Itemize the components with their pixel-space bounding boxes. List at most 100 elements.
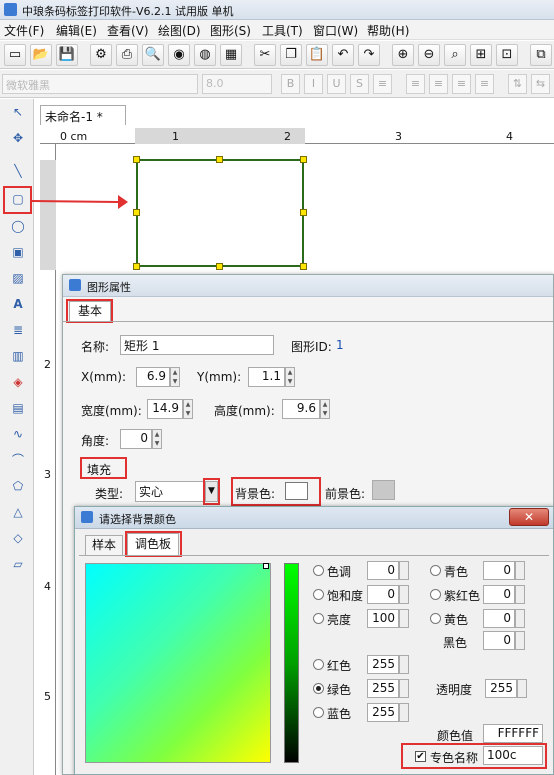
copy-icon[interactable]: ❐ bbox=[280, 44, 302, 66]
ellipse-tool-icon[interactable]: ◯ bbox=[8, 216, 28, 236]
underline-button[interactable]: U bbox=[327, 74, 346, 94]
resize-handle-tl[interactable] bbox=[133, 156, 140, 163]
curve-tool-icon[interactable]: ∿ bbox=[8, 424, 28, 444]
menu-view[interactable]: 查看(V) bbox=[107, 22, 149, 39]
rich-text-icon[interactable]: ≣ bbox=[8, 320, 28, 340]
close-icon[interactable]: ✕ bbox=[509, 508, 549, 526]
cyan-input[interactable]: 0 bbox=[483, 561, 515, 580]
hue-radio[interactable] bbox=[313, 565, 324, 576]
document-tab[interactable]: 未命名-1 * bbox=[40, 105, 126, 125]
format-extra-button[interactable]: ≡ bbox=[373, 74, 392, 94]
name-input[interactable]: 矩形 1 bbox=[120, 335, 274, 355]
yellow-input[interactable]: 0 bbox=[483, 609, 515, 628]
menu-tools[interactable]: 工具(T) bbox=[262, 22, 303, 39]
blue-radio[interactable] bbox=[313, 707, 324, 718]
fit-page-icon[interactable]: ⊞ bbox=[470, 44, 492, 66]
strike-button[interactable]: S bbox=[350, 74, 369, 94]
magenta-input[interactable]: 0 bbox=[483, 585, 515, 604]
actual-size-icon[interactable]: ⊡ bbox=[496, 44, 518, 66]
brightness-input[interactable]: 100 bbox=[367, 609, 399, 628]
triangle-tool-icon[interactable]: △ bbox=[8, 502, 28, 522]
color-palette[interactable] bbox=[85, 563, 271, 763]
print-icon[interactable]: ⎙ bbox=[116, 44, 138, 66]
new-file-icon[interactable]: ▭ bbox=[4, 44, 26, 66]
saturation-input[interactable]: 0 bbox=[367, 585, 399, 604]
diamond-tool-icon[interactable]: ◇ bbox=[8, 528, 28, 548]
spacing2-icon[interactable]: ⇆ bbox=[531, 74, 550, 94]
align-center-icon[interactable]: ≡ bbox=[429, 74, 448, 94]
magenta-radio[interactable] bbox=[430, 589, 441, 600]
pointer-icon[interactable]: ↖ bbox=[8, 102, 28, 122]
type-select[interactable]: 实心 bbox=[135, 481, 205, 502]
resize-handle-br[interactable] bbox=[300, 263, 307, 270]
align-left-icon[interactable]: ≡ bbox=[406, 74, 425, 94]
picture-tool-icon[interactable]: ▨ bbox=[8, 268, 28, 288]
text-tool-icon[interactable]: A bbox=[8, 294, 28, 314]
zoom-out-icon[interactable]: ⊖ bbox=[418, 44, 440, 66]
red-radio[interactable] bbox=[313, 659, 324, 670]
resize-handle-l[interactable] bbox=[133, 209, 140, 216]
italic-button[interactable]: I bbox=[304, 74, 323, 94]
hue-stepper[interactable] bbox=[399, 561, 409, 580]
justify-icon[interactable]: ≡ bbox=[475, 74, 494, 94]
print-preview-icon[interactable]: 🔍 bbox=[142, 44, 164, 66]
alpha-stepper[interactable] bbox=[517, 679, 527, 698]
arc-tool-icon[interactable]: ⌒ bbox=[8, 450, 28, 470]
save-icon[interactable]: 💾 bbox=[56, 44, 78, 66]
zoom-icon[interactable]: ⌕ bbox=[444, 44, 466, 66]
brightness-stepper[interactable] bbox=[399, 609, 409, 628]
hex-input[interactable]: FFFFFF bbox=[483, 724, 543, 743]
menu-draw[interactable]: 绘图(D) bbox=[158, 22, 201, 39]
menu-help[interactable]: 帮助(H) bbox=[367, 22, 409, 39]
tab-sample[interactable]: 样本 bbox=[85, 535, 123, 555]
blue-input[interactable]: 255 bbox=[367, 703, 399, 722]
spacing-icon[interactable]: ⇅ bbox=[508, 74, 527, 94]
angle-input[interactable]: 0 bbox=[120, 429, 152, 449]
green-input[interactable]: 255 bbox=[367, 679, 399, 698]
yellow-radio[interactable] bbox=[430, 613, 441, 624]
menu-shape[interactable]: 图形(S) bbox=[210, 22, 251, 39]
font-size-select[interactable]: 8.0 bbox=[202, 74, 272, 94]
cyan-stepper[interactable] bbox=[515, 561, 525, 580]
width-input[interactable]: 14.9 bbox=[147, 399, 183, 419]
open-folder-icon[interactable]: 📂 bbox=[30, 44, 52, 66]
width-stepper[interactable]: ▲ ▼ bbox=[183, 399, 193, 419]
blue-stepper[interactable] bbox=[399, 703, 409, 722]
cut-icon[interactable]: ✂ bbox=[254, 44, 276, 66]
polygon-tool-icon[interactable]: ⬠ bbox=[8, 476, 28, 496]
database-icon[interactable]: ◉ bbox=[168, 44, 190, 66]
magenta-stepper[interactable] bbox=[515, 585, 525, 604]
angle-stepper[interactable]: ▲ ▼ bbox=[152, 429, 162, 449]
x-stepper[interactable]: ▲ ▼ bbox=[170, 367, 180, 387]
resize-handle-b[interactable] bbox=[216, 263, 223, 270]
red-stepper[interactable] bbox=[399, 655, 409, 674]
hue-input[interactable]: 0 bbox=[367, 561, 399, 580]
green-stepper[interactable] bbox=[399, 679, 409, 698]
table-tool-icon[interactable]: ▤ bbox=[8, 398, 28, 418]
zoom-in-icon[interactable]: ⊕ bbox=[392, 44, 414, 66]
red-input[interactable]: 255 bbox=[367, 655, 399, 674]
more-icon[interactable]: ⧉ bbox=[530, 44, 552, 66]
resize-handle-bl[interactable] bbox=[133, 263, 140, 270]
redo-icon[interactable]: ↷ bbox=[358, 44, 380, 66]
menu-edit[interactable]: 编辑(E) bbox=[56, 22, 97, 39]
green-radio[interactable] bbox=[313, 683, 324, 694]
value-slider[interactable] bbox=[284, 563, 299, 763]
align-right-icon[interactable]: ≡ bbox=[452, 74, 471, 94]
x-input[interactable]: 6.9 bbox=[136, 367, 170, 387]
bold-button[interactable]: B bbox=[281, 74, 300, 94]
fg-color-swatch[interactable] bbox=[372, 480, 395, 500]
alpha-input[interactable]: 255 bbox=[485, 679, 517, 698]
parallelogram-tool-icon[interactable]: ▱ bbox=[8, 554, 28, 574]
resize-handle-r[interactable] bbox=[300, 209, 307, 216]
menu-window[interactable]: 窗口(W) bbox=[313, 22, 358, 39]
data-source-icon[interactable]: ◍ bbox=[194, 44, 216, 66]
height-stepper[interactable]: ▲ ▼ bbox=[320, 399, 330, 419]
yellow-stepper[interactable] bbox=[515, 609, 525, 628]
image-tool-icon[interactable]: ▣ bbox=[8, 242, 28, 262]
brightness-radio[interactable] bbox=[313, 613, 324, 624]
resize-handle-tr[interactable] bbox=[300, 156, 307, 163]
cyan-radio[interactable] bbox=[430, 565, 441, 576]
menu-file[interactable]: 文件(F) bbox=[4, 22, 44, 39]
undo-icon[interactable]: ↶ bbox=[332, 44, 354, 66]
